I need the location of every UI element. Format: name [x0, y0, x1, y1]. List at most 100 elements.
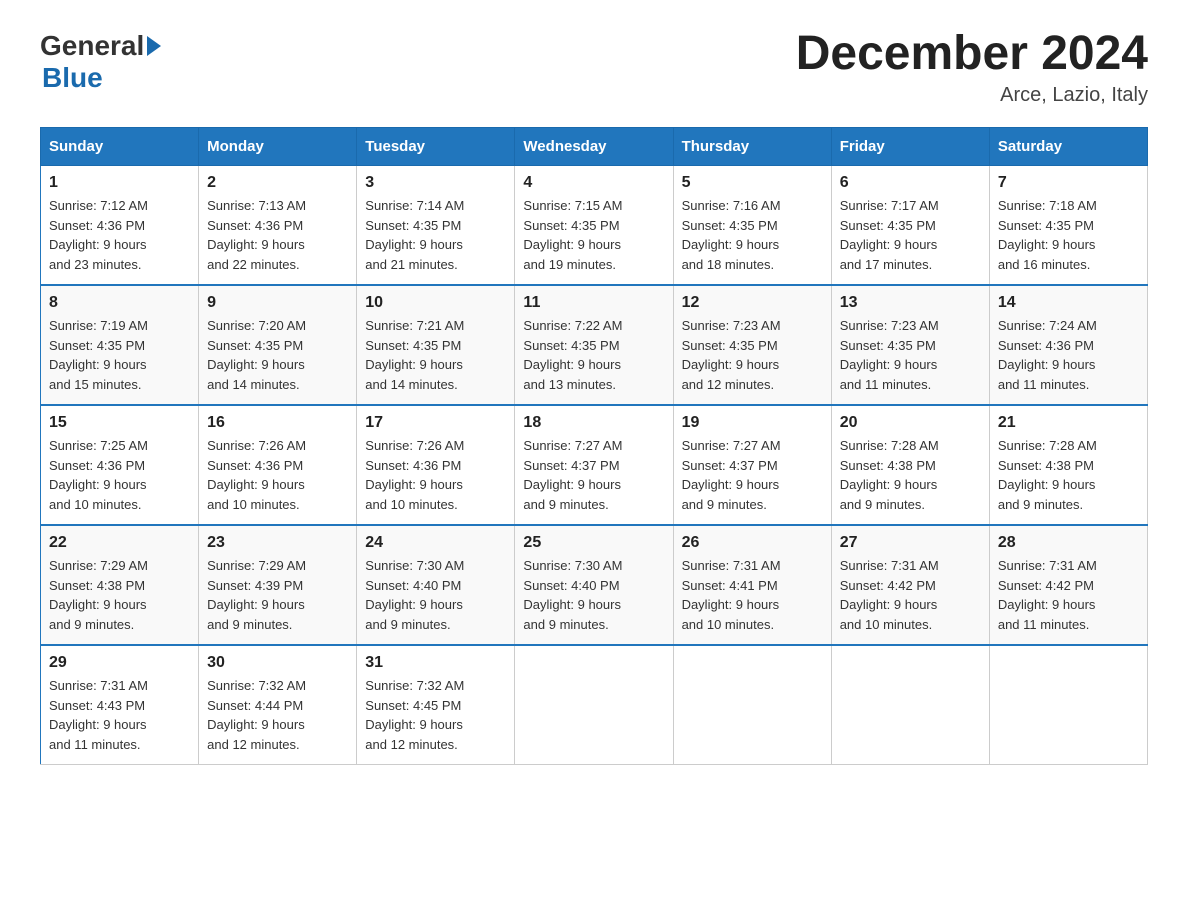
col-monday: Monday	[199, 128, 357, 166]
calendar-week-1: 1 Sunrise: 7:12 AM Sunset: 4:36 PM Dayli…	[41, 166, 1148, 286]
table-row: 24 Sunrise: 7:30 AM Sunset: 4:40 PM Dayl…	[357, 525, 515, 645]
table-row: 14 Sunrise: 7:24 AM Sunset: 4:36 PM Dayl…	[989, 285, 1147, 405]
day-info: Sunrise: 7:25 AM Sunset: 4:36 PM Dayligh…	[49, 436, 190, 514]
table-row: 31 Sunrise: 7:32 AM Sunset: 4:45 PM Dayl…	[357, 645, 515, 765]
day-number: 22	[49, 534, 190, 552]
day-number: 25	[523, 534, 664, 552]
table-row: 30 Sunrise: 7:32 AM Sunset: 4:44 PM Dayl…	[199, 645, 357, 765]
table-row	[515, 645, 673, 765]
day-info: Sunrise: 7:18 AM Sunset: 4:35 PM Dayligh…	[998, 196, 1139, 274]
day-info: Sunrise: 7:31 AM Sunset: 4:41 PM Dayligh…	[682, 556, 823, 634]
day-info: Sunrise: 7:27 AM Sunset: 4:37 PM Dayligh…	[682, 436, 823, 514]
day-number: 13	[840, 294, 981, 312]
table-row: 16 Sunrise: 7:26 AM Sunset: 4:36 PM Dayl…	[199, 405, 357, 525]
day-number: 31	[365, 654, 506, 672]
day-info: Sunrise: 7:15 AM Sunset: 4:35 PM Dayligh…	[523, 196, 664, 274]
table-row: 25 Sunrise: 7:30 AM Sunset: 4:40 PM Dayl…	[515, 525, 673, 645]
col-sunday: Sunday	[41, 128, 199, 166]
header-right: December 2024 Arce, Lazio, Italy	[796, 30, 1148, 107]
table-row: 9 Sunrise: 7:20 AM Sunset: 4:35 PM Dayli…	[199, 285, 357, 405]
table-row: 12 Sunrise: 7:23 AM Sunset: 4:35 PM Dayl…	[673, 285, 831, 405]
col-tuesday: Tuesday	[357, 128, 515, 166]
day-info: Sunrise: 7:26 AM Sunset: 4:36 PM Dayligh…	[365, 436, 506, 514]
calendar-table: Sunday Monday Tuesday Wednesday Thursday…	[40, 127, 1148, 765]
table-row: 2 Sunrise: 7:13 AM Sunset: 4:36 PM Dayli…	[199, 166, 357, 286]
month-title: December 2024	[796, 30, 1148, 78]
table-row	[673, 645, 831, 765]
day-info: Sunrise: 7:28 AM Sunset: 4:38 PM Dayligh…	[998, 436, 1139, 514]
day-number: 24	[365, 534, 506, 552]
logo-arrow-icon	[147, 36, 161, 56]
day-number: 6	[840, 174, 981, 192]
table-row: 11 Sunrise: 7:22 AM Sunset: 4:35 PM Dayl…	[515, 285, 673, 405]
calendar-week-5: 29 Sunrise: 7:31 AM Sunset: 4:43 PM Dayl…	[41, 645, 1148, 765]
day-info: Sunrise: 7:29 AM Sunset: 4:39 PM Dayligh…	[207, 556, 348, 634]
day-info: Sunrise: 7:22 AM Sunset: 4:35 PM Dayligh…	[523, 316, 664, 394]
day-info: Sunrise: 7:24 AM Sunset: 4:36 PM Dayligh…	[998, 316, 1139, 394]
day-number: 5	[682, 174, 823, 192]
day-info: Sunrise: 7:20 AM Sunset: 4:35 PM Dayligh…	[207, 316, 348, 394]
col-thursday: Thursday	[673, 128, 831, 166]
col-friday: Friday	[831, 128, 989, 166]
table-row: 10 Sunrise: 7:21 AM Sunset: 4:35 PM Dayl…	[357, 285, 515, 405]
day-info: Sunrise: 7:19 AM Sunset: 4:35 PM Dayligh…	[49, 316, 190, 394]
day-number: 11	[523, 294, 664, 312]
table-row: 7 Sunrise: 7:18 AM Sunset: 4:35 PM Dayli…	[989, 166, 1147, 286]
day-number: 9	[207, 294, 348, 312]
day-number: 20	[840, 414, 981, 432]
day-info: Sunrise: 7:32 AM Sunset: 4:44 PM Dayligh…	[207, 676, 348, 754]
table-row: 29 Sunrise: 7:31 AM Sunset: 4:43 PM Dayl…	[41, 645, 199, 765]
day-number: 17	[365, 414, 506, 432]
logo: General Blue	[40, 30, 164, 94]
day-info: Sunrise: 7:28 AM Sunset: 4:38 PM Dayligh…	[840, 436, 981, 514]
day-info: Sunrise: 7:23 AM Sunset: 4:35 PM Dayligh…	[840, 316, 981, 394]
day-number: 23	[207, 534, 348, 552]
day-info: Sunrise: 7:13 AM Sunset: 4:36 PM Dayligh…	[207, 196, 348, 274]
col-saturday: Saturday	[989, 128, 1147, 166]
day-number: 27	[840, 534, 981, 552]
day-number: 30	[207, 654, 348, 672]
day-info: Sunrise: 7:30 AM Sunset: 4:40 PM Dayligh…	[365, 556, 506, 634]
day-number: 2	[207, 174, 348, 192]
table-row: 4 Sunrise: 7:15 AM Sunset: 4:35 PM Dayli…	[515, 166, 673, 286]
day-number: 18	[523, 414, 664, 432]
calendar-week-3: 15 Sunrise: 7:25 AM Sunset: 4:36 PM Dayl…	[41, 405, 1148, 525]
table-row	[831, 645, 989, 765]
logo-text: General	[40, 30, 164, 62]
day-number: 10	[365, 294, 506, 312]
table-row: 26 Sunrise: 7:31 AM Sunset: 4:41 PM Dayl…	[673, 525, 831, 645]
page-header: General Blue December 2024 Arce, Lazio, …	[40, 30, 1148, 107]
table-row: 20 Sunrise: 7:28 AM Sunset: 4:38 PM Dayl…	[831, 405, 989, 525]
day-info: Sunrise: 7:31 AM Sunset: 4:43 PM Dayligh…	[49, 676, 190, 754]
day-number: 26	[682, 534, 823, 552]
day-info: Sunrise: 7:31 AM Sunset: 4:42 PM Dayligh…	[998, 556, 1139, 634]
day-info: Sunrise: 7:12 AM Sunset: 4:36 PM Dayligh…	[49, 196, 190, 274]
day-info: Sunrise: 7:32 AM Sunset: 4:45 PM Dayligh…	[365, 676, 506, 754]
day-number: 7	[998, 174, 1139, 192]
table-row: 27 Sunrise: 7:31 AM Sunset: 4:42 PM Dayl…	[831, 525, 989, 645]
day-number: 4	[523, 174, 664, 192]
day-info: Sunrise: 7:29 AM Sunset: 4:38 PM Dayligh…	[49, 556, 190, 634]
table-row: 3 Sunrise: 7:14 AM Sunset: 4:35 PM Dayli…	[357, 166, 515, 286]
logo-general: General	[40, 30, 144, 62]
day-number: 1	[49, 174, 190, 192]
table-row: 8 Sunrise: 7:19 AM Sunset: 4:35 PM Dayli…	[41, 285, 199, 405]
day-number: 19	[682, 414, 823, 432]
calendar-week-2: 8 Sunrise: 7:19 AM Sunset: 4:35 PM Dayli…	[41, 285, 1148, 405]
table-row: 5 Sunrise: 7:16 AM Sunset: 4:35 PM Dayli…	[673, 166, 831, 286]
calendar-week-4: 22 Sunrise: 7:29 AM Sunset: 4:38 PM Dayl…	[41, 525, 1148, 645]
table-row: 13 Sunrise: 7:23 AM Sunset: 4:35 PM Dayl…	[831, 285, 989, 405]
logo-blue: Blue	[42, 62, 103, 93]
day-number: 3	[365, 174, 506, 192]
day-info: Sunrise: 7:27 AM Sunset: 4:37 PM Dayligh…	[523, 436, 664, 514]
table-row: 22 Sunrise: 7:29 AM Sunset: 4:38 PM Dayl…	[41, 525, 199, 645]
table-row	[989, 645, 1147, 765]
day-number: 8	[49, 294, 190, 312]
day-number: 21	[998, 414, 1139, 432]
day-info: Sunrise: 7:26 AM Sunset: 4:36 PM Dayligh…	[207, 436, 348, 514]
header-row: Sunday Monday Tuesday Wednesday Thursday…	[41, 128, 1148, 166]
table-row: 1 Sunrise: 7:12 AM Sunset: 4:36 PM Dayli…	[41, 166, 199, 286]
day-info: Sunrise: 7:23 AM Sunset: 4:35 PM Dayligh…	[682, 316, 823, 394]
table-row: 17 Sunrise: 7:26 AM Sunset: 4:36 PM Dayl…	[357, 405, 515, 525]
table-row: 23 Sunrise: 7:29 AM Sunset: 4:39 PM Dayl…	[199, 525, 357, 645]
